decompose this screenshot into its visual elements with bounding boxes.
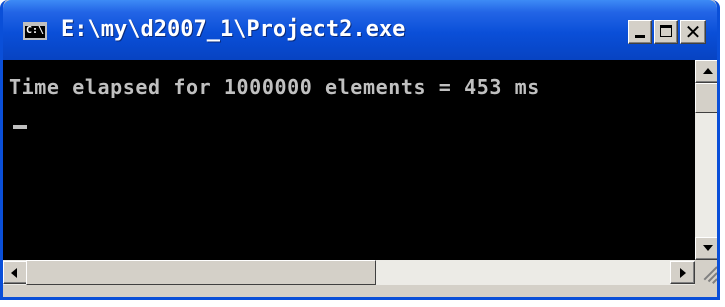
close-icon: ✕	[684, 20, 702, 44]
minimize-icon	[635, 35, 645, 38]
maximize-icon	[660, 25, 672, 37]
title-bar[interactable]: C:\ E:\my\d2007_1\Project2.exe ✕	[3, 0, 717, 60]
horizontal-scrollbar[interactable]	[3, 260, 695, 285]
arrow-up-icon	[703, 68, 713, 74]
vertical-scroll-thumb[interactable]	[695, 83, 717, 113]
arrow-down-icon	[703, 245, 713, 251]
resize-grip[interactable]	[695, 260, 717, 285]
console-output-line: Time elapsed for 1000000 elements = 453 …	[9, 75, 540, 99]
horizontal-scroll-thumb[interactable]	[26, 260, 376, 285]
console-window: C:\ E:\my\d2007_1\Project2.exe ✕ Time el…	[0, 0, 720, 300]
grip-line	[712, 278, 717, 284]
arrow-left-icon	[11, 268, 17, 278]
close-button[interactable]: ✕	[680, 20, 706, 44]
vertical-scrollbar[interactable]	[695, 60, 717, 260]
text-cursor	[13, 125, 27, 129]
minimize-button[interactable]	[628, 20, 652, 44]
console-icon[interactable]: C:\	[23, 22, 47, 40]
scroll-up-button[interactable]	[695, 60, 717, 83]
console-output-area[interactable]: Time elapsed for 1000000 elements = 453 …	[3, 60, 695, 260]
maximize-button[interactable]	[654, 20, 678, 44]
window-title: E:\my\d2007_1\Project2.exe	[61, 17, 406, 42]
scroll-right-button[interactable]	[670, 261, 695, 284]
scroll-left-button[interactable]	[3, 261, 28, 284]
arrow-right-icon	[680, 268, 686, 278]
scroll-down-button[interactable]	[695, 237, 717, 260]
